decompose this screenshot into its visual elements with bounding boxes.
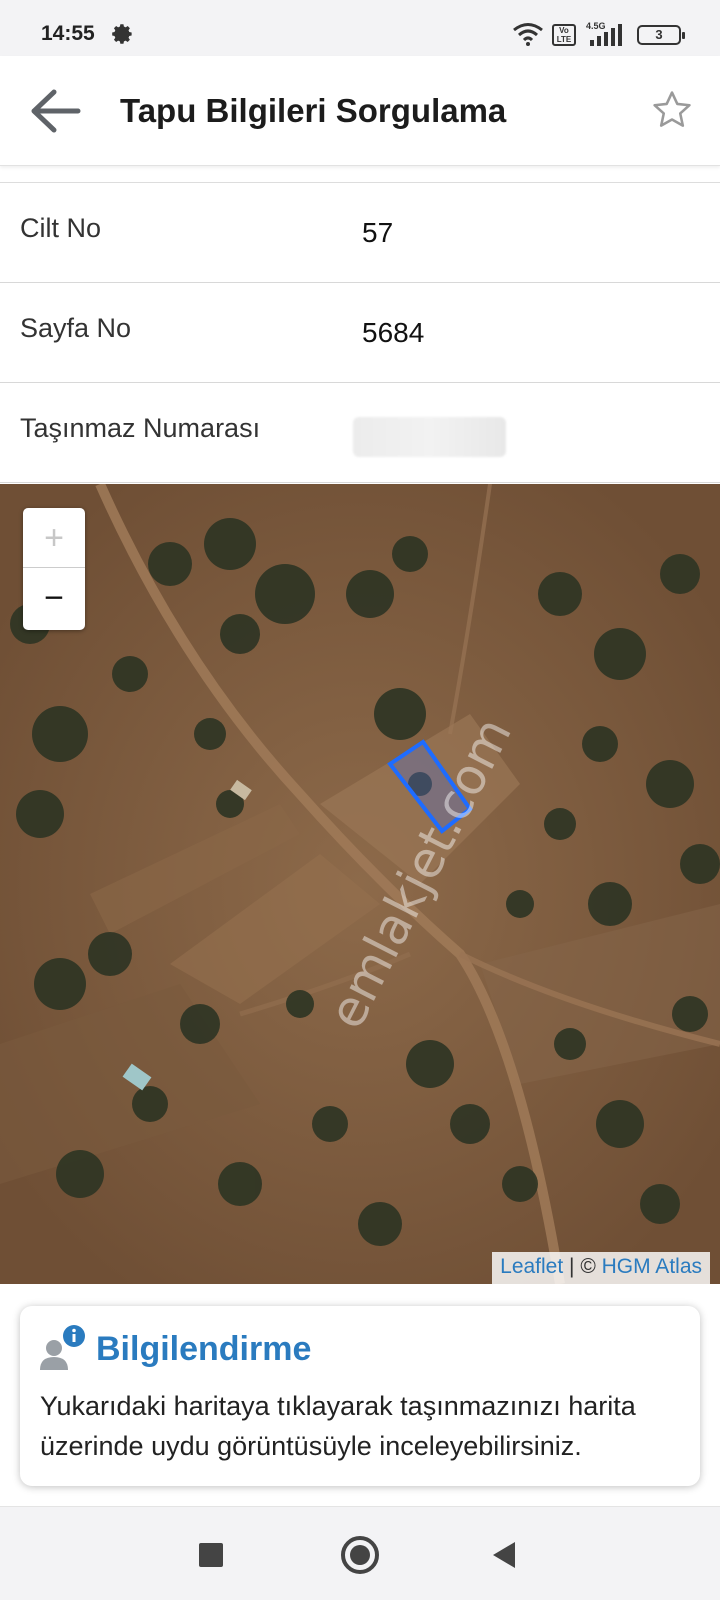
wifi-icon [513, 23, 543, 46]
row-sayfa-no: Sayfa No 5684 [0, 283, 720, 383]
info-card-title: Bilgilendirme [96, 1330, 312, 1368]
arrow-left-icon[interactable] [30, 88, 82, 134]
deed-info-list: Cilt No 57 Sayfa No 5684 Taşınmaz Numara… [0, 182, 720, 483]
network-type-label: 4.5G [586, 21, 606, 31]
home-circle-icon[interactable] [341, 1536, 379, 1574]
attribution-separator: | © [563, 1255, 602, 1278]
settings-gear-icon [112, 24, 132, 44]
row-label: Sayfa No [20, 313, 132, 343]
volte-icon: Vo LTE [552, 24, 576, 46]
satellite-imagery [0, 484, 720, 1284]
row-value: 5684 [362, 317, 425, 348]
system-nav-bar [0, 1506, 720, 1600]
user-info-icon [40, 1325, 85, 1370]
satellite-map[interactable]: + − emlakjet.com Leaflet | © HGM Atlas [0, 484, 720, 1284]
info-card: Bilgilendirme Yukarıdaki haritaya tıklay… [20, 1306, 700, 1486]
row-cilt-no: Cilt No 57 [0, 183, 720, 283]
info-card-body: Yukarıdaki haritaya tıklayarak taşınmazı… [40, 1391, 636, 1461]
zoom-in-button[interactable]: + [23, 508, 85, 568]
status-bar: 14:55 Vo LTE 4.5G 3 [0, 0, 720, 56]
zoom-control: + − [23, 508, 85, 630]
zoom-out-button[interactable]: − [23, 568, 85, 628]
back-triangle-icon[interactable] [493, 1542, 515, 1568]
leaflet-link[interactable]: Leaflet [500, 1255, 563, 1278]
battery-icon: 3 [637, 25, 685, 45]
recents-square-icon[interactable] [199, 1543, 223, 1567]
star-outline-icon[interactable] [650, 88, 694, 132]
row-label: Cilt No [20, 213, 102, 243]
app-bar: Tapu Bilgileri Sorgulama [0, 56, 720, 166]
row-value: 57 [362, 217, 394, 248]
row-label: Taşınmaz Numarası [20, 413, 261, 443]
hgm-atlas-link[interactable]: HGM Atlas [602, 1255, 702, 1278]
map-attribution: Leaflet | © HGM Atlas [492, 1252, 710, 1284]
signal-icon: 4.5G [586, 21, 622, 46]
redacted-value [353, 417, 506, 457]
page-title: Tapu Bilgileri Sorgulama [120, 92, 507, 129]
status-time: 14:55 [41, 22, 95, 45]
row-tasinmaz-numarasi: Taşınmaz Numarası [0, 383, 720, 483]
